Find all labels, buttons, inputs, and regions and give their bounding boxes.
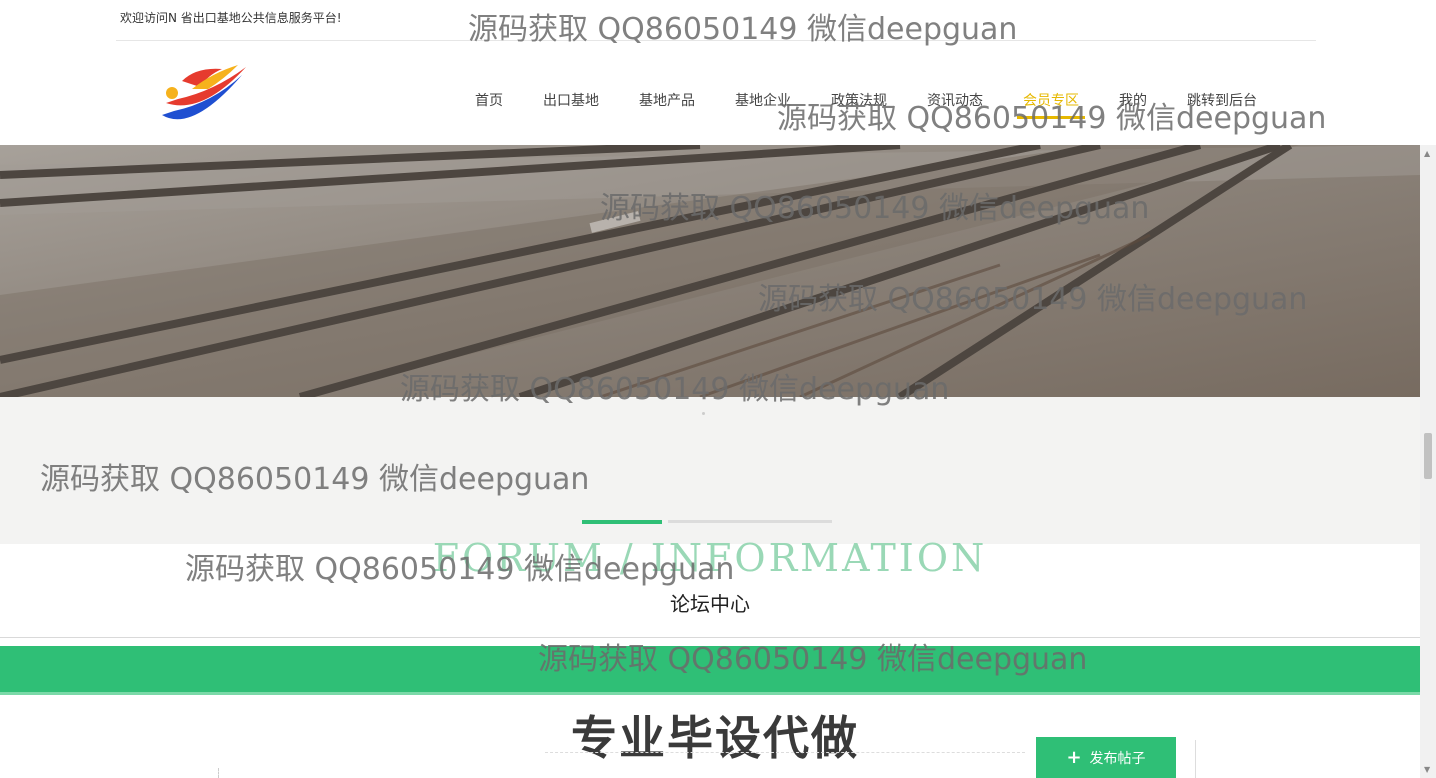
hero-banner	[0, 145, 1420, 397]
top-bar: 欢迎访问N 省出口基地公共信息服务平台!	[0, 0, 1420, 40]
welcome-text: 欢迎访问N 省出口基地公共信息服务平台!	[120, 11, 342, 25]
nav-item-policies[interactable]: 政策法规	[811, 91, 907, 121]
forum-title-cn: 论坛中心	[670, 592, 750, 616]
section-divider-accent	[582, 520, 662, 524]
section-divider	[668, 520, 832, 523]
nav-item-news[interactable]: 资讯动态	[907, 91, 1003, 121]
nav-item-mine[interactable]: 我的	[1099, 91, 1167, 121]
promo-text: 专业毕设代做	[0, 702, 1420, 768]
page-scrollbar[interactable]: ▲ ▼	[1420, 145, 1436, 778]
scroll-down-icon[interactable]: ▼	[1424, 765, 1430, 774]
forum-green-bar	[0, 646, 1420, 692]
railway-image	[0, 145, 1420, 397]
scrollbar-thumb[interactable]	[1424, 433, 1432, 479]
site-header: 首页 出口基地 基地产品 基地企业 政策法规 资讯动态 会员专区 我的 跳转到后…	[0, 41, 1420, 145]
loading-dot	[702, 412, 705, 415]
nav-item-member-zone[interactable]: 会员专区	[1003, 91, 1099, 121]
nav-item-admin[interactable]: 跳转到后台	[1167, 91, 1277, 121]
site-logo[interactable]	[152, 55, 252, 131]
nav-item-export-base[interactable]: 出口基地	[523, 91, 619, 121]
forum-green-line	[0, 692, 1420, 695]
scroll-up-icon[interactable]: ▲	[1424, 149, 1430, 158]
publish-post-button[interactable]: + 发布帖子	[1036, 737, 1176, 778]
plus-icon: +	[1066, 747, 1082, 768]
nav-item-base-products[interactable]: 基地产品	[619, 91, 715, 121]
forum-title-en: FORUM / INFORMATION	[432, 536, 988, 580]
nav-item-home[interactable]: 首页	[455, 91, 523, 121]
main-nav: 首页 出口基地 基地产品 基地企业 政策法规 资讯动态 会员专区 我的 跳转到后…	[455, 91, 1277, 121]
section-rule	[0, 637, 1420, 638]
promo-label: 专业毕设代做	[571, 711, 859, 765]
vertical-divider	[1195, 740, 1196, 778]
dashed-divider	[545, 752, 1025, 754]
publish-post-label: 发布帖子	[1089, 750, 1146, 767]
left-dashed-mark	[218, 768, 220, 778]
nav-item-base-enterprises[interactable]: 基地企业	[715, 91, 811, 121]
